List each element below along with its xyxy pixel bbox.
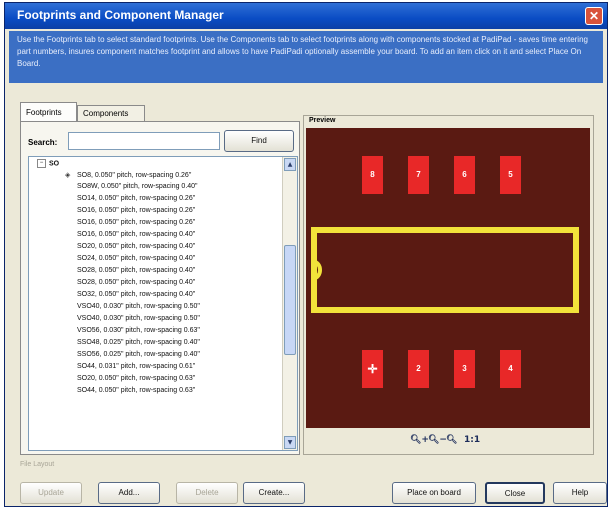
- footprint-list-item[interactable]: SO44, 0.031" pitch, row-spacing 0.61": [29, 363, 283, 375]
- scroll-up-icon[interactable]: ▲: [284, 158, 296, 171]
- footprint-rows: − SO ◈ SO8, 0.050" pitch, row-spacing 0.26"…: [29, 157, 283, 399]
- footprint-list-item[interactable]: SO16, 0.050" pitch, row-spacing 0.40": [29, 231, 283, 243]
- preview-label: Preview: [307, 117, 338, 124]
- tree-group-so[interactable]: − SO: [29, 159, 283, 171]
- footprint-list-item[interactable]: SO24, 0.050" pitch, row-spacing 0.40": [29, 255, 283, 267]
- footprint-list-item[interactable]: SO28, 0.050" pitch, row-spacing 0.40": [29, 267, 283, 279]
- footprint-list-item[interactable]: SO16, 0.050" pitch, row-spacing 0.26": [29, 219, 283, 231]
- zoom-out-icon[interactable]: 🔍︎−: [428, 435, 447, 445]
- close-button[interactable]: Close: [485, 482, 545, 504]
- footprint-list-item[interactable]: SO14, 0.050" pitch, row-spacing 0.26": [29, 195, 283, 207]
- zoom-fit-icon[interactable]: 🔍︎: [446, 435, 457, 445]
- footprint-list-item[interactable]: SO20, 0.050" pitch, row-spacing 0.63": [29, 375, 283, 387]
- update-button[interactable]: Update: [20, 482, 82, 504]
- pad-top: 8: [362, 156, 383, 194]
- footprint-list-item[interactable]: SO44, 0.050" pitch, row-spacing 0.63": [29, 387, 283, 399]
- footprint-list-item[interactable]: SO32, 0.050" pitch, row-spacing 0.40": [29, 291, 283, 303]
- footprint-list-item[interactable]: VSO56, 0.030" pitch, row-spacing 0.63": [29, 327, 283, 339]
- search-input[interactable]: [68, 132, 220, 150]
- place-on-board-button[interactable]: Place on board: [392, 482, 476, 504]
- pad-bottom: 4: [500, 350, 521, 388]
- footprint-list-item[interactable]: SO8W, 0.050" pitch, row-spacing 0.40": [29, 183, 283, 195]
- title-bar[interactable]: Footprints and Component Manager ✕: [5, 3, 607, 29]
- footprint-list-item[interactable]: VSO40, 0.030" pitch, row-spacing 0.50": [29, 315, 283, 327]
- footprint-preview[interactable]: 8 7 6 5 ✛ 2 3 4: [306, 128, 590, 428]
- window-title: Footprints and Component Manager: [17, 8, 224, 22]
- file-layout-label: File Layout: [20, 461, 55, 468]
- package-outline: [311, 227, 579, 313]
- tab-footprints[interactable]: Footprints: [20, 102, 77, 122]
- zoom-actual-icon[interactable]: 1:1: [464, 435, 480, 445]
- instructions-text: Use the Footprints tab to select standar…: [9, 31, 603, 83]
- pad-pin1: ✛: [362, 350, 383, 388]
- search-label: Search:: [28, 138, 58, 147]
- selected-footprint-icon: ◈: [65, 172, 71, 179]
- pad-top: 7: [408, 156, 429, 194]
- tree-group-label: SO: [49, 160, 60, 168]
- footprint-list[interactable]: − SO ◈ SO8, 0.050" pitch, row-spacing 0.26"…: [28, 156, 298, 451]
- footprint-list-item[interactable]: SO28, 0.050" pitch, row-spacing 0.40": [29, 279, 283, 291]
- footprint-list-item[interactable]: SO16, 0.050" pitch, row-spacing 0.26": [29, 207, 283, 219]
- list-scrollbar[interactable]: ▲ ▼: [282, 157, 297, 450]
- footprint-list-item[interactable]: SO20, 0.050" pitch, row-spacing 0.40": [29, 243, 283, 255]
- footprint-list-item[interactable]: SSO56, 0.025" pitch, row-spacing 0.40": [29, 351, 283, 363]
- tab-components[interactable]: Components: [77, 105, 145, 122]
- pad-top: 5: [500, 156, 521, 194]
- collapse-icon[interactable]: −: [37, 159, 46, 168]
- delete-button[interactable]: Delete: [176, 482, 238, 504]
- add-button[interactable]: Add...: [98, 482, 160, 504]
- help-button[interactable]: Help: [553, 482, 607, 504]
- close-window-icon[interactable]: ✕: [585, 7, 603, 25]
- zoom-in-icon[interactable]: 🔍︎+: [410, 435, 429, 445]
- find-button[interactable]: Find: [224, 130, 294, 152]
- package-outline-svg: [311, 227, 579, 313]
- scroll-thumb[interactable]: [284, 245, 296, 355]
- footprint-list-item[interactable]: ◈ SO8, 0.050" pitch, row-spacing 0.26": [29, 171, 283, 183]
- footprint-list-item[interactable]: SSO48, 0.025" pitch, row-spacing 0.40": [29, 339, 283, 351]
- pad-bottom: 2: [408, 350, 429, 388]
- scroll-down-icon[interactable]: ▼: [284, 436, 296, 449]
- create-button[interactable]: Create...: [243, 482, 305, 504]
- pad-bottom: 3: [454, 350, 475, 388]
- footprint-list-item[interactable]: VSO40, 0.030" pitch, row-spacing 0.50": [29, 303, 283, 315]
- footprint-item-label: SO8, 0.050" pitch, row-spacing 0.26": [77, 172, 192, 179]
- pad-top: 6: [454, 156, 475, 194]
